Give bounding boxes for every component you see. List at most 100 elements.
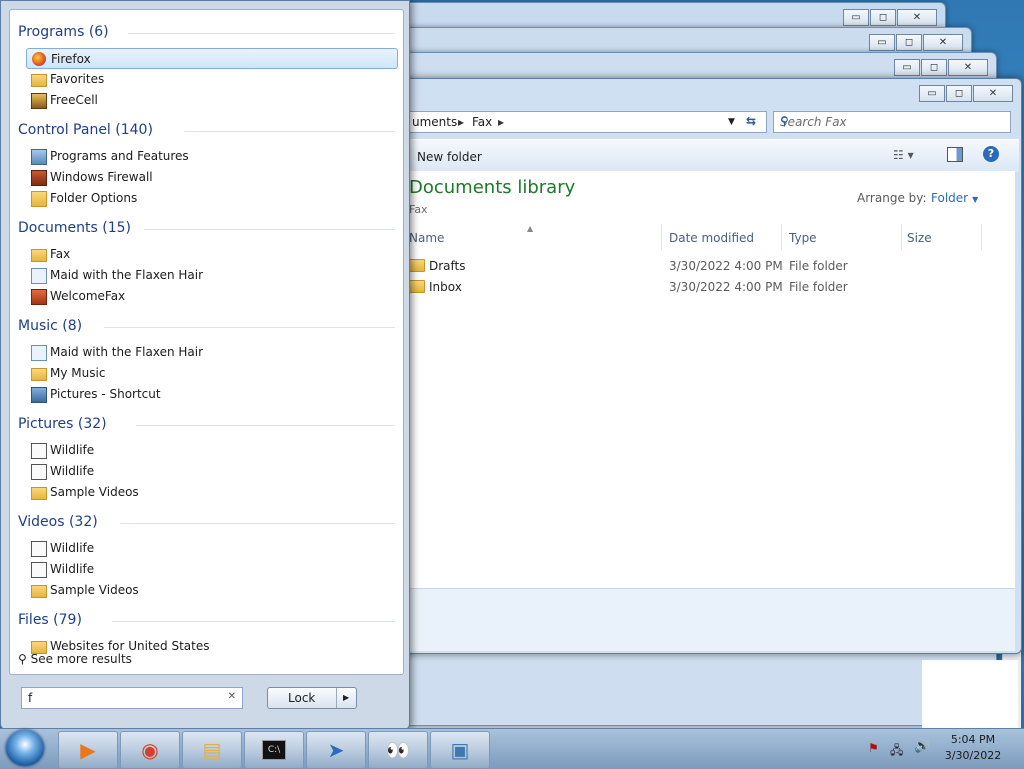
refresh-icon[interactable]: ⇆	[746, 114, 756, 128]
maximize-button[interactable]: ◻	[946, 85, 972, 102]
taskbar-button[interactable]: ▣	[430, 731, 490, 769]
result-group-title[interactable]: Files (79)	[18, 612, 82, 628]
group-divider	[104, 327, 395, 328]
result-item[interactable]: Folder Options	[26, 188, 396, 209]
clear-search-icon[interactable]: ✕	[228, 691, 236, 702]
result-item[interactable]: Programs and Features	[26, 146, 396, 167]
preview-pane-icon[interactable]	[947, 147, 963, 162]
column-header-date[interactable]: Date modified	[663, 224, 782, 250]
breadcrumb-documents[interactable]: uments	[412, 115, 457, 129]
firewall-icon	[31, 170, 47, 186]
column-header-size[interactable]: Size	[903, 224, 982, 250]
action-center-icon[interactable]: ⚑	[868, 741, 879, 755]
taskbar-button[interactable]: ▤	[182, 731, 242, 769]
new-folder-button[interactable]: New folder	[417, 150, 482, 164]
taskbar-button[interactable]: C:\	[244, 731, 304, 769]
minimize-button[interactable]: ▭	[843, 9, 869, 26]
result-item[interactable]: Firefox	[26, 48, 398, 69]
result-item[interactable]: Fax	[26, 244, 396, 265]
shutdown-options-arrow-icon[interactable]: ▶	[336, 688, 349, 708]
result-item-label: Wildlife	[50, 541, 95, 555]
white-panel	[922, 660, 1018, 728]
start-search-input[interactable]: f ✕	[21, 687, 243, 709]
lock-button[interactable]: Lock ▶	[267, 687, 357, 709]
column-label: Type	[789, 231, 817, 245]
column-label: Name	[409, 231, 445, 245]
start-button[interactable]	[6, 730, 44, 766]
column-header-name[interactable]: Name ▲	[409, 224, 662, 250]
result-item[interactable]: Maid with the Flaxen Hair	[26, 265, 396, 286]
result-item[interactable]: Sample Videos	[26, 482, 396, 503]
eyes-icon: 👀	[385, 738, 411, 762]
maximize-button[interactable]: ◻	[896, 34, 922, 51]
result-item-label: Websites for United States	[50, 639, 210, 653]
result-item-label: Pictures - Shortcut	[50, 387, 161, 401]
taskbar-button[interactable]: ◉	[120, 731, 180, 769]
file-type: File folder	[789, 280, 848, 294]
result-item-label: Wildlife	[50, 464, 95, 478]
taskbar-button[interactable]: ➤	[306, 731, 366, 769]
volume-icon[interactable]: 🔊	[914, 739, 930, 754]
folder-icon	[409, 259, 425, 272]
minimize-button[interactable]: ▭	[894, 59, 920, 76]
search-icon[interactable]: ⚲	[780, 114, 1004, 128]
result-group-title[interactable]: Programs (6)	[18, 24, 109, 40]
result-item[interactable]: My Music	[26, 363, 396, 384]
explorer-window[interactable]: ▭ ◻ ✕ uments ▸ Fax ▸ ▼ ⇆ Search Fax ⚲ Ne…	[380, 78, 1022, 654]
file-list: Documents library Fax Arrange by: Folder…	[381, 171, 1015, 588]
clock[interactable]: 5:04 PM 3/30/2022	[936, 733, 1010, 762]
explorer-icon: ▤	[202, 738, 222, 762]
column-header-type[interactable]: Type	[783, 224, 902, 250]
breadcrumb-separator-icon[interactable]: ▸	[458, 115, 464, 129]
result-item[interactable]: Favorites	[26, 69, 396, 90]
result-item[interactable]: Maid with the Flaxen Hair	[26, 342, 396, 363]
result-group-title[interactable]: Documents (15)	[18, 220, 131, 236]
table-row[interactable]: Inbox 3/30/2022 4:00 PM File folder	[409, 280, 1009, 300]
result-item[interactable]: Sample Videos	[26, 580, 396, 601]
result-group-title[interactable]: Control Panel (140)	[18, 122, 153, 138]
search-input[interactable]: Search Fax ⚲	[773, 111, 1011, 133]
result-item[interactable]: Wildlife	[26, 538, 396, 559]
result-item[interactable]: WelcomeFax	[26, 286, 396, 307]
caption-buttons: ▭ ◻ ✕	[918, 85, 1013, 102]
taskbar-button[interactable]: ▶	[58, 731, 118, 769]
library-subtitle: Fax	[409, 203, 428, 216]
result-item[interactable]: Wildlife	[26, 461, 396, 482]
chevron-down-icon[interactable]: ▼	[728, 117, 735, 127]
result-item[interactable]: Pictures - Shortcut	[26, 384, 396, 405]
result-item-label: WelcomeFax	[50, 289, 126, 303]
arrange-by-dropdown[interactable]: Folder ▼	[931, 191, 978, 205]
music-file-icon	[31, 345, 47, 361]
result-item-label: Sample Videos	[50, 583, 139, 597]
search-value: f	[28, 691, 33, 705]
close-button[interactable]: ✕	[897, 9, 937, 26]
breadcrumb-separator-icon[interactable]: ▸	[498, 115, 504, 129]
table-row[interactable]: Drafts 3/30/2022 4:00 PM File folder	[409, 259, 1009, 279]
file-name: Drafts	[429, 259, 466, 273]
help-icon[interactable]: ?	[983, 146, 999, 162]
maximize-button[interactable]: ◻	[921, 59, 947, 76]
address-bar[interactable]: uments ▸ Fax ▸ ▼ ⇆	[381, 111, 767, 133]
result-item[interactable]: FreeCell	[26, 90, 396, 111]
view-options-icon[interactable]: ☷ ▾	[893, 148, 914, 162]
close-button[interactable]: ✕	[923, 34, 963, 51]
result-item[interactable]: Wildlife	[26, 559, 396, 580]
maximize-button[interactable]: ◻	[870, 9, 896, 26]
close-button[interactable]: ✕	[948, 59, 988, 76]
minimize-button[interactable]: ▭	[919, 85, 945, 102]
see-more-results-link[interactable]: ⚲ See more results	[18, 652, 132, 666]
minimize-button[interactable]: ▭	[869, 34, 895, 51]
control-panel-icon	[31, 149, 47, 165]
result-item-label: Programs and Features	[50, 149, 189, 163]
result-item[interactable]: Wildlife	[26, 440, 396, 461]
result-group-title[interactable]: Videos (32)	[18, 514, 98, 530]
caption-buttons: ▭ ◻ ✕	[842, 9, 937, 26]
network-icon[interactable]: 🖧	[890, 741, 903, 762]
close-button[interactable]: ✕	[973, 85, 1013, 102]
result-item[interactable]: Windows Firewall	[26, 167, 396, 188]
result-group-title[interactable]: Pictures (32)	[18, 416, 107, 432]
taskbar-button[interactable]: 👀	[368, 731, 428, 769]
library-title: Documents library	[409, 177, 576, 198]
result-group-title[interactable]: Music (8)	[18, 318, 82, 334]
breadcrumb-fax[interactable]: Fax	[472, 115, 492, 129]
